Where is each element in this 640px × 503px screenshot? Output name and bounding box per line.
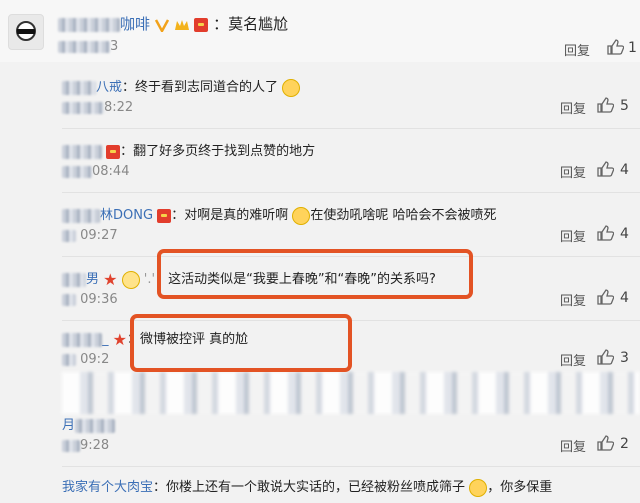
reply-item: 月 9:28 回复 2 [62,414,640,460]
like-count: 2 [620,436,629,452]
thumbs-up-icon[interactable] [596,224,614,242]
like-count: 3 [620,350,629,366]
top-reply-button[interactable]: 回复 [564,40,590,59]
verified-icon [154,18,169,32]
thumbs-up-icon[interactable] [596,288,614,306]
reply-time: 09:27 [62,228,118,243]
reply-time: 09:2 [62,352,109,367]
star-icon: ★ [103,269,118,289]
reply-text: 翻了好多页终于找到点赞的地方 [133,144,316,159]
top-username[interactable]: 咖啡 [120,15,150,33]
like-count: 5 [620,98,629,114]
blurred-username [75,418,116,433]
blurred-date [58,40,110,53]
reply-button[interactable]: 回复 [560,350,586,369]
reply-text-continued: 在使劲吼啥呢 哈哈会不会被喷死 [310,208,497,223]
reply-item: 我家有个大肉宝：你楼上还有一个敢说大实话的，已经被粉丝喷成筛子 ，你多保重 [62,476,640,502]
blurred-comment-band [62,372,640,414]
reply-item: ：翻了好多页终于找到点赞的地方 08:44 回复 4 [62,140,640,186]
reply-line: 月 [62,414,116,433]
reply-time: 08:44 [62,164,129,179]
reply-button[interactable]: 回复 [560,162,586,181]
top-comment-time: 3 [58,39,118,54]
reply-text: 对啊是真的难听啊 [184,208,289,223]
reply-username[interactable]: 八戒 [96,80,122,95]
reply-username[interactable]: 我家有个大肉宝 [62,480,153,495]
reply-text-continued: ，你多保重 [487,480,553,495]
thumbs-up-icon[interactable] [596,96,614,114]
divider [62,128,640,129]
reply-button[interactable]: 回复 [560,290,586,309]
highlight-box [157,249,473,299]
thumbs-up-icon[interactable] [596,160,614,178]
grin-emoji-icon [282,78,301,97]
red-envelope-icon [106,144,121,159]
blurred-username [62,80,96,95]
top-comment-text: 莫名尴尬 [228,15,289,33]
blurred-username [62,208,100,223]
reply-username[interactable]: _ [102,332,109,347]
thumbs-up-icon[interactable] [606,38,624,56]
divider [62,466,640,467]
blurred-username [62,272,86,287]
reply-username[interactable]: 男 [86,272,99,287]
red-envelope-icon [157,208,172,223]
reply-text: 终于看到志同道合的人了 [135,80,279,95]
reply-time: 09:36 [62,292,118,307]
avatar[interactable] [8,14,44,50]
reply-button[interactable]: 回复 [560,98,586,117]
reply-line: 我家有个大肉宝：你楼上还有一个敢说大实话的，已经被粉丝喷成筛子 ，你多保重 [62,478,553,497]
reply-username[interactable]: 月 [62,418,75,433]
crown-icon [174,19,189,30]
blurred-date [62,439,80,452]
divider [62,192,640,193]
thumbs-up-icon[interactable] [596,348,614,366]
like-count: 4 [620,226,629,242]
thumbs-up-icon[interactable] [596,434,614,452]
face-emoji-icon [121,270,140,289]
blurred-date [62,353,76,366]
reply-line: ：翻了好多页终于找到点赞的地方 [62,140,315,159]
blurred-date [62,293,76,306]
reply-username[interactable]: 林DONG [100,208,153,223]
star-icon: ★ [112,329,127,349]
reply-line: 八戒：终于看到志同道合的人了 [62,76,301,97]
like-count: 4 [620,162,629,178]
reply-item: 八戒：终于看到志同道合的人了 8:22 回复 5 [62,76,640,122]
blurred-username [62,144,102,159]
avatar-glasses [17,29,35,34]
blurred-date [62,165,92,178]
top-comment-line: 咖啡 ：莫名尴尬 [58,13,288,34]
reply-time: 8:22 [62,100,133,115]
blurred-username [62,332,102,347]
reply-item: 林DONG ：对啊是真的难听啊 在使劲吼啥呢 哈哈会不会被喷死 09:27 回复… [62,204,640,250]
blurred-date [62,101,104,114]
blurred-date [62,229,76,242]
reply-line: 林DONG ：对啊是真的难听啊 在使劲吼啥呢 哈哈会不会被喷死 [62,204,497,225]
highlight-box [130,314,352,372]
laugh-emoji-icon [292,206,311,225]
reply-button[interactable]: 回复 [560,226,586,245]
top-like-count: 1 [628,40,637,56]
blurred-username [58,17,120,32]
reply-button[interactable]: 回复 [560,436,586,455]
top-comment: 咖啡 ：莫名尴尬 3 回复 1 [0,0,640,62]
laugh-cry-emoji-icon [469,478,488,497]
reply-text: 你楼上还有一个敢说大实话的，已经被粉丝喷成筛子 [166,480,466,495]
red-envelope-icon [194,17,209,32]
like-count: 4 [620,290,629,306]
reply-time: 9:28 [62,438,109,453]
